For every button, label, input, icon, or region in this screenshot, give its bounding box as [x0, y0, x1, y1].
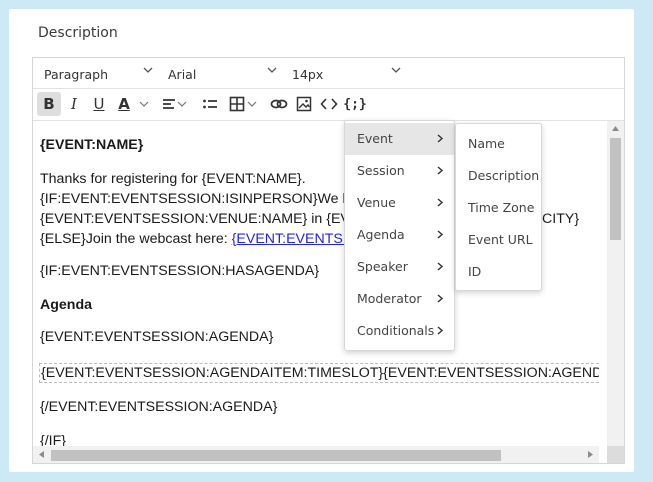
underline-button[interactable]: U [87, 92, 111, 116]
submenu-item-event-url[interactable]: Event URL [456, 224, 541, 256]
menu-item-label: Conditionals [357, 323, 435, 338]
menu-item-label: Venue [357, 195, 396, 210]
chevron-down-icon[interactable] [266, 64, 278, 76]
submenu-item-name[interactable]: Name [456, 128, 541, 160]
menu-item-agenda[interactable]: Agenda [345, 219, 454, 251]
webcast-link[interactable]: {EVENT:EVENTSE [232, 231, 353, 247]
scrollbar-corner [607, 446, 624, 463]
scroll-left-icon[interactable] [38, 450, 45, 459]
menu-item-session[interactable]: Session [345, 155, 454, 187]
content-line: {/EVENT:EVENTSESSION:AGENDA} [40, 399, 278, 415]
menu-item-event[interactable]: Event [345, 123, 454, 155]
chevron-right-icon [437, 262, 444, 271]
table-row: {EVENT:EVENTSESSION:AGENDAITEM:TIMESLOT}… [39, 363, 599, 383]
font-color-button[interactable]: A [112, 92, 136, 116]
scrollbar-thumb[interactable] [610, 138, 621, 240]
horizontal-scrollbar[interactable] [33, 446, 599, 463]
format-toolbar: Paragraph Arial 14px [33, 58, 624, 89]
chevron-down-icon[interactable] [175, 92, 189, 116]
chevron-down-icon[interactable] [390, 64, 402, 76]
chevron-right-icon [437, 134, 444, 143]
scroll-up-icon[interactable] [611, 125, 620, 132]
submenu-item-time-zone[interactable]: Time Zone [456, 192, 541, 224]
menu-item-label: Speaker [357, 259, 408, 274]
menu-item-label: Agenda [357, 227, 405, 242]
merge-tag-menu: Event Session Venue Agenda Speaker Moder… [344, 120, 455, 351]
block-format-select[interactable]: Paragraph [44, 67, 108, 82]
chevron-right-icon [437, 294, 444, 303]
menu-item-label: Event [357, 131, 393, 146]
image-icon[interactable] [292, 92, 316, 116]
submenu-item-id[interactable]: ID [456, 256, 541, 288]
merge-tag-button[interactable]: {;} [343, 92, 367, 116]
content-line: {IF:EVENT:EVENTSESSION:ISINPERSON}We lo [40, 191, 354, 207]
content-line: {EVENT:EVENTSESSION:AGENDA} [40, 329, 274, 345]
scrollbar-thumb[interactable] [51, 450, 501, 461]
content-line: CITY} [542, 211, 580, 227]
content-line: {ELSE}Join the webcast here: {EVENT:EVEN… [40, 231, 352, 247]
scroll-right-icon[interactable] [587, 450, 594, 459]
font-family-select[interactable]: Arial [168, 67, 196, 82]
content-line: {EVENT:NAME} [40, 137, 144, 153]
content-text: {ELSE}Join the webcast here: [40, 231, 232, 247]
code-icon[interactable] [317, 92, 341, 116]
chevron-down-icon[interactable] [137, 92, 151, 116]
chevron-right-icon [437, 198, 444, 207]
chevron-down-icon[interactable] [245, 92, 259, 116]
submenu-item-description[interactable]: Description [456, 160, 541, 192]
menu-item-venue[interactable]: Venue [345, 187, 454, 219]
content-line: Thanks for registering for {EVENT:NAME}. [40, 171, 306, 187]
menu-item-speaker[interactable]: Speaker [345, 251, 454, 283]
section-label: Description [38, 25, 118, 41]
content-line: {IF:EVENT:EVENTSESSION:HASAGENDA} [40, 263, 320, 279]
vertical-scrollbar[interactable] [607, 121, 624, 448]
content-line: Agenda [40, 297, 93, 313]
event-submenu: Name Description Time Zone Event URL ID [455, 123, 542, 291]
menu-item-conditionals[interactable]: Conditionals [345, 315, 454, 347]
chevron-right-icon [437, 326, 444, 335]
bold-button[interactable]: B [37, 92, 61, 116]
menu-item-label: Moderator [357, 291, 422, 306]
chevron-down-icon[interactable] [142, 64, 154, 76]
italic-button[interactable]: I [62, 92, 86, 116]
menu-item-moderator[interactable]: Moderator [345, 283, 454, 315]
link-icon[interactable] [267, 92, 291, 116]
menu-item-label: Session [357, 163, 405, 178]
chevron-right-icon [437, 230, 444, 239]
content-line: {EVENT:EVENTSESSION:VENUE:NAME} in {EV [40, 211, 350, 227]
style-toolbar: B I U A {;} [33, 89, 624, 121]
font-size-select[interactable]: 14px [292, 67, 323, 82]
bullet-list-icon[interactable] [198, 92, 222, 116]
chevron-right-icon [437, 166, 444, 175]
